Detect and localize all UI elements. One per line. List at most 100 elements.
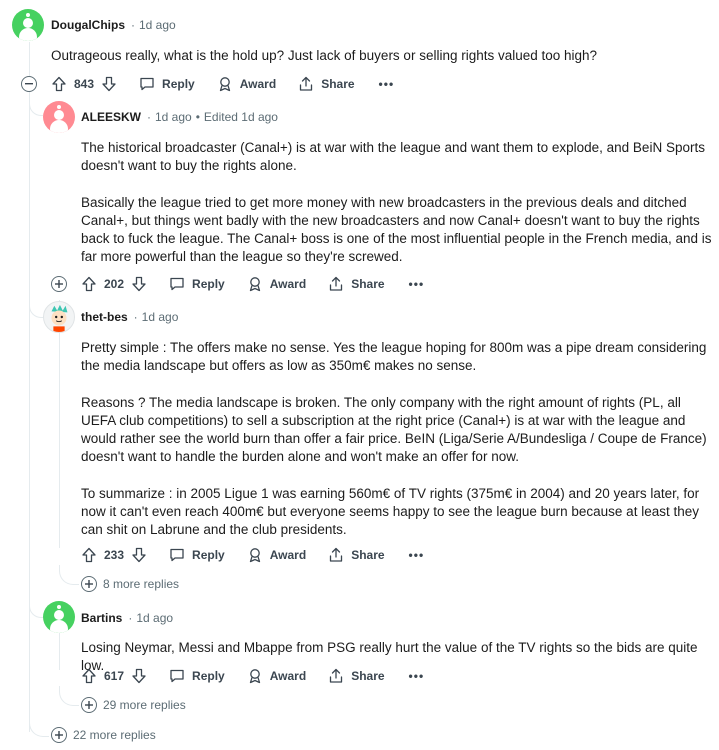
comment-body: Outrageous really, what is the hold up? …: [51, 47, 711, 65]
award-icon: [247, 276, 263, 292]
award-button[interactable]: Award: [247, 276, 306, 292]
upvote-icon[interactable]: [81, 276, 97, 292]
edited-label: Edited 1d ago: [203, 110, 278, 124]
vote-count: 233: [104, 548, 125, 562]
thread-branch: [29, 596, 43, 618]
more-replies-link[interactable]: 29 more replies: [81, 697, 186, 713]
thread-line-root: [29, 42, 30, 732]
more-options-button[interactable]: •••: [379, 77, 395, 91]
vote-count: 202: [104, 277, 125, 291]
thread-more-replies-link[interactable]: 22 more replies: [51, 727, 156, 743]
share-button[interactable]: Share: [328, 276, 385, 292]
upvote-icon[interactable]: [51, 76, 67, 92]
comment-icon: [139, 76, 155, 92]
reply-button[interactable]: Reply: [169, 276, 225, 292]
vote-count: 843: [74, 77, 95, 91]
more-replies-label: 22 more replies: [73, 728, 156, 742]
share-label: Share: [351, 548, 385, 562]
reply-label: Reply: [192, 548, 225, 562]
share-icon: [298, 76, 314, 92]
plus-circle-icon: [51, 727, 67, 743]
comment-actions: 233 Reply Award Share •••: [81, 541, 424, 569]
comment-meta: · 1d ago: [128, 611, 174, 625]
thread-branch: [29, 715, 49, 737]
comment-header: ALEESKW · 1d ago • Edited 1d ago: [81, 106, 278, 128]
avatar[interactable]: [43, 301, 75, 333]
more-options-button[interactable]: •••: [409, 669, 425, 683]
avatar[interactable]: [43, 601, 75, 633]
comment-paragraph: Pretty simple : The offers make no sense…: [81, 340, 707, 373]
reply-button[interactable]: Reply: [169, 547, 225, 563]
plus-circle-icon: [81, 697, 97, 713]
award-button[interactable]: Award: [247, 547, 306, 563]
timestamp: 1d ago: [136, 611, 174, 625]
comment-header: Bartins · 1d ago: [81, 607, 173, 629]
share-icon: [328, 276, 344, 292]
avatar[interactable]: [43, 101, 75, 133]
more-replies-label: 29 more replies: [103, 698, 186, 712]
upvote-icon[interactable]: [81, 547, 97, 563]
thread-branch: [59, 565, 79, 585]
award-icon: [247, 668, 263, 684]
comment-meta: · 1d ago: [131, 18, 176, 32]
more-options-button[interactable]: •••: [409, 277, 425, 291]
downvote-icon[interactable]: [101, 76, 117, 92]
comment-header: thet-bes · 1d ago: [81, 306, 178, 328]
downvote-icon[interactable]: [131, 276, 147, 292]
share-label: Share: [351, 669, 385, 683]
more-options-button[interactable]: •••: [409, 548, 425, 562]
comment-body: The historical broadcaster (Canal+) is a…: [81, 139, 713, 266]
comment-meta: · 1d ago • Edited 1d ago: [147, 110, 278, 124]
comment-icon: [169, 276, 185, 292]
username[interactable]: Bartins: [81, 611, 122, 625]
award-button[interactable]: Award: [217, 76, 276, 92]
more-replies-label: 8 more replies: [103, 577, 180, 591]
comment-body: Pretty simple : The offers make no sense…: [81, 339, 713, 539]
share-button[interactable]: Share: [298, 76, 355, 92]
share-button[interactable]: Share: [328, 547, 385, 563]
username[interactable]: DougalChips: [51, 18, 125, 32]
expand-button[interactable]: [51, 276, 67, 292]
reply-button[interactable]: Reply: [139, 76, 195, 92]
comment-actions: 202 Reply Award Share •••: [81, 270, 424, 298]
username[interactable]: thet-bes: [81, 310, 128, 324]
avatar[interactable]: [12, 9, 44, 41]
award-icon: [217, 76, 233, 92]
more-replies-link[interactable]: 8 more replies: [81, 576, 179, 592]
comment-actions: 617 Reply Award Share •••: [81, 662, 424, 690]
vote-group: 202: [81, 276, 147, 292]
upvote-icon[interactable]: [81, 668, 97, 684]
timestamp: 1d ago: [141, 310, 179, 324]
comment-actions: 843 Reply Award Share •••: [51, 70, 394, 98]
award-label: Award: [269, 548, 307, 562]
plus-circle-icon: [81, 576, 97, 592]
downvote-icon[interactable]: [131, 668, 147, 684]
comment-paragraph: Basically the league tried to get more m…: [81, 195, 712, 264]
vote-group: 617: [81, 668, 147, 684]
share-label: Share: [351, 277, 385, 291]
timestamp: 1d ago: [139, 18, 176, 32]
comment-header: DougalChips · 1d ago: [51, 14, 176, 36]
reply-button[interactable]: Reply: [169, 668, 225, 684]
vote-group: 233: [81, 547, 147, 563]
vote-count: 617: [104, 669, 125, 683]
share-icon: [328, 668, 344, 684]
award-button[interactable]: Award: [247, 668, 306, 684]
comment-paragraph: Reasons ? The media landscape is broken.…: [81, 395, 707, 464]
thread-line-reply: [59, 630, 60, 670]
comment-paragraph: The historical broadcaster (Canal+) is a…: [81, 140, 705, 173]
collapse-button[interactable]: [21, 76, 37, 92]
reply-label: Reply: [162, 77, 195, 91]
thread-branch: [29, 296, 43, 318]
award-label: Award: [239, 77, 277, 91]
downvote-icon[interactable]: [131, 547, 147, 563]
vote-group: 843: [51, 76, 117, 92]
reply-label: Reply: [192, 669, 225, 683]
thread-branch: [59, 686, 79, 706]
comment-icon: [169, 547, 185, 563]
award-icon: [247, 547, 263, 563]
share-button[interactable]: Share: [328, 668, 385, 684]
share-label: Share: [321, 77, 355, 91]
reply-label: Reply: [192, 277, 225, 291]
username[interactable]: ALEESKW: [81, 110, 141, 124]
